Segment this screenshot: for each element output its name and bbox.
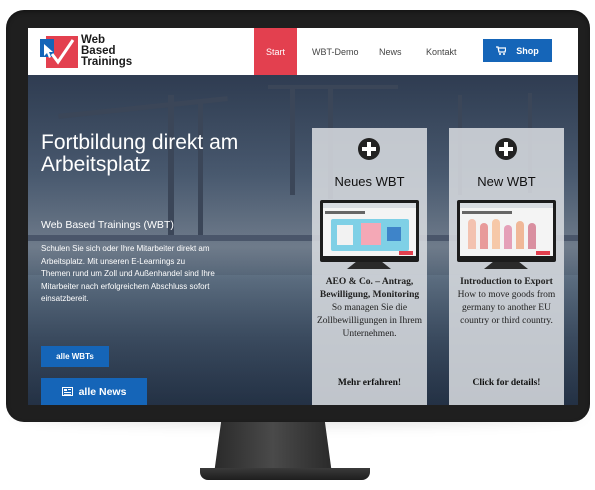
all-news-label: alle News (78, 385, 127, 398)
news-icon (61, 387, 73, 396)
monitor-thumbnail (457, 200, 556, 262)
monitor-thumbnail (320, 200, 419, 262)
nav-item-news[interactable]: News (379, 28, 402, 75)
logo-line-3: Trainings (81, 56, 133, 68)
top-navigation: Web Based Trainings Start WBT-Demo News … (28, 28, 578, 75)
card-cta-link[interactable]: Click for details! (449, 378, 564, 388)
all-wbts-button[interactable]: alle WBTs (41, 346, 109, 367)
site-logo[interactable]: Web Based Trainings (40, 34, 145, 70)
card-title: Introduction to Export (460, 277, 553, 287)
hero-title: Fortbildung direkt am Arbeitsplatz (41, 131, 239, 176)
shop-label: Shop (516, 45, 539, 56)
all-news-button[interactable]: alle News (41, 378, 147, 405)
monitor-stand-neck (214, 422, 332, 474)
cart-icon (496, 46, 507, 55)
card-description: How to move goods from germany to anothe… (457, 290, 556, 326)
plus-circle-icon[interactable] (358, 138, 380, 160)
monitor-screen: Web Based Trainings Start WBT-Demo News … (28, 28, 578, 405)
course-preview (323, 203, 416, 256)
card-new-wbt[interactable]: New WBT Introduction to Export How to mo… (449, 128, 564, 405)
monitor-thumbnail-stand (347, 262, 391, 269)
hero-subtitle: Web Based Trainings (WBT) (41, 219, 174, 231)
monitor-stand-foot (200, 468, 370, 480)
logo-icon (40, 36, 78, 68)
card-body: Introduction to Export How to move goods… (453, 276, 560, 328)
card-description: So managen Sie die Zollbewilligungen in … (316, 303, 422, 339)
nav-item-kontakt[interactable]: Kontakt (426, 28, 457, 75)
card-heading: New WBT (477, 174, 536, 189)
shop-button[interactable]: Shop (483, 39, 552, 62)
card-title: AEO & Co. – Antrag, Bewilligung, Monitor… (319, 277, 420, 300)
monitor-thumbnail-stand (484, 262, 528, 269)
logo-text: Web Based Trainings (81, 34, 133, 68)
course-preview (460, 203, 553, 256)
hero-description: Schulen Sie sich oder Ihre Mitarbeiter d… (41, 244, 215, 303)
card-cta-link[interactable]: Mehr erfahren! (312, 378, 427, 388)
crane-arm (268, 85, 398, 89)
card-body: AEO & Co. – Antrag, Bewilligung, Monitor… (316, 276, 423, 341)
nav-item-start[interactable]: Start (254, 28, 297, 75)
card-heading: Neues WBT (334, 174, 405, 189)
crane-tower (290, 85, 295, 195)
card-neues-wbt[interactable]: Neues WBT AEO & Co. – Antrag, Bewilligun… (312, 128, 427, 405)
plus-circle-icon[interactable] (495, 138, 517, 160)
nav-item-wbt-demo[interactable]: WBT-Demo (312, 28, 359, 75)
